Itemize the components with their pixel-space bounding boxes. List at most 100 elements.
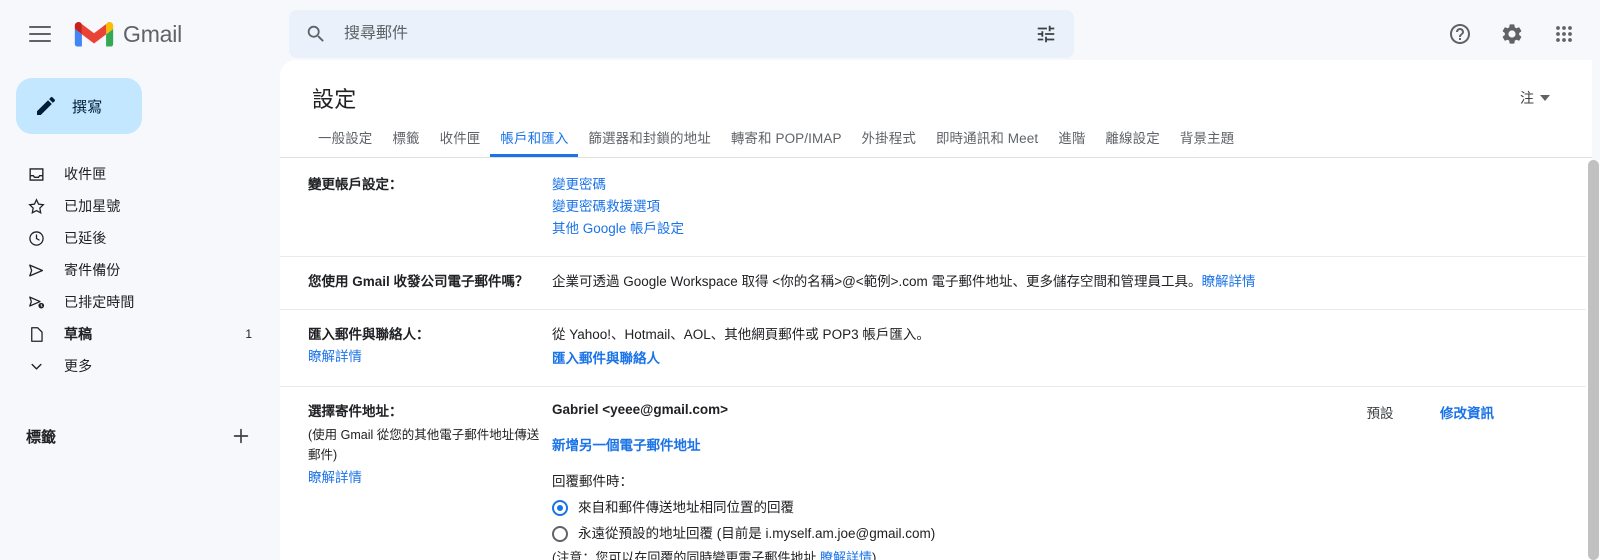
row-body-cell: 企業可透過 Google Workspace 取得 <你的名稱>@<範例>.co…	[552, 271, 1592, 293]
gmail-brand[interactable]: Gmail	[74, 19, 182, 49]
radio-label: 永遠從預設的地址回覆 (目前是 i.myself.am.joe@gmail.co…	[578, 526, 936, 541]
row-body-cell: 從 Yahoo!、Hotmail、AOL、其他網頁郵件或 POP3 帳戶匯入。 …	[552, 324, 1592, 370]
send-as-edit-link[interactable]: 修改資訊	[1440, 406, 1494, 421]
search-input[interactable]	[344, 25, 1024, 43]
note-dropdown[interactable]: 注	[1520, 88, 1560, 108]
help-icon	[1450, 24, 1470, 44]
row-label: 變更帳戶設定：	[308, 177, 403, 192]
hamburger-bar	[29, 40, 51, 42]
row-label-cell: 變更帳戶設定：	[280, 174, 552, 196]
note-dropdown-label: 注	[1520, 90, 1534, 106]
row-label: 匯入郵件與聯絡人：	[308, 327, 430, 342]
add-another-email-link[interactable]: 新增另一個電子郵件地址	[552, 434, 701, 454]
tab-chat-and-meet[interactable]: 即時通訊和 Meet	[926, 131, 1048, 158]
gmail-settings-page: Gmail 搜尋郵件 撰寫 收件匣 已加星號 已延後 寄件備份 已排定時間 草稿…	[0, 0, 1600, 560]
settings-panel: 設定 注 一般設定 標籤 收件匣 帳戶和匯入 篩選器和封鎖的地址 轉寄和 POP…	[280, 60, 1592, 560]
search-icon	[307, 25, 324, 42]
topbar-actions	[1436, 10, 1588, 58]
sidebar-item-label: 已加星號	[64, 198, 121, 214]
reply-note-prefix: (注意：您可以在回覆的同時變更電子郵件地址	[552, 550, 820, 560]
labels-title: 標籤	[26, 428, 57, 446]
send-icon	[26, 260, 46, 280]
sidebar-item-inbox[interactable]: 收件匣	[0, 158, 264, 190]
change-account-links: 變更密碼 變更密碼救援選項 其他 Google 帳戶設定	[552, 174, 1570, 240]
sidebar: 撰寫 收件匣 已加星號 已延後 寄件備份 已排定時間 草稿 1 更多 標籤	[0, 68, 280, 560]
tab-themes[interactable]: 背景主題	[1170, 131, 1244, 158]
reply-option-same-address[interactable]: 來自和郵件傳送地址相同位置的回覆	[552, 497, 1570, 519]
tab-offline[interactable]: 離線設定	[1095, 131, 1169, 158]
sidebar-item-count: 1	[245, 327, 252, 341]
row-label: 您使用 Gmail 收發公司電子郵件嗎？	[308, 274, 529, 289]
chevron-down-icon	[1540, 95, 1550, 101]
help-circle-icon[interactable]	[1436, 10, 1484, 58]
sidebar-item-drafts[interactable]: 草稿 1	[0, 318, 264, 350]
sidebar-item-snoozed[interactable]: 已延後	[0, 222, 264, 254]
sidebar-item-label: 草稿	[64, 326, 93, 342]
settings-row-import: 匯入郵件與聯絡人： 瞭解詳情 從 Yahoo!、Hotmail、AOL、其他網頁…	[280, 310, 1592, 387]
tab-general[interactable]: 一般設定	[308, 131, 382, 158]
gear-icon[interactable]	[1488, 10, 1536, 58]
star-icon	[26, 196, 46, 216]
settings-row-send-as: 選擇寄件地址： (使用 Gmail 從您的其他電子郵件地址傳送郵件) 瞭解詳情 …	[280, 387, 1592, 560]
sidebar-nav-list: 收件匣 已加星號 已延後 寄件備份 已排定時間 草稿 1 更多	[0, 158, 280, 382]
compose-button[interactable]: 撰寫	[16, 78, 142, 134]
tune-icon	[1037, 25, 1055, 43]
tab-forwarding-pop-imap[interactable]: 轉寄和 POP/IMAP	[721, 131, 852, 158]
workspace-learn-more-link[interactable]: 瞭解詳情	[1202, 274, 1256, 289]
hamburger-menu-icon[interactable]	[16, 10, 64, 58]
tab-labels[interactable]: 標籤	[382, 131, 429, 158]
sidebar-item-label: 收件匣	[64, 166, 107, 182]
change-password-recovery-link[interactable]: 變更密碼救援選項	[552, 196, 1570, 218]
sidebar-item-starred[interactable]: 已加星號	[0, 190, 264, 222]
sidebar-item-scheduled[interactable]: 已排定時間	[0, 286, 264, 318]
radio-button[interactable]	[552, 500, 568, 516]
other-google-account-settings-link[interactable]: 其他 Google 帳戶設定	[552, 218, 1570, 240]
vertical-scrollbar[interactable]	[1586, 160, 1600, 560]
send-as-learn-more-link[interactable]: 瞭解詳情	[308, 467, 542, 489]
change-password-link[interactable]: 變更密碼	[552, 174, 1570, 196]
pencil-icon	[37, 96, 56, 115]
import-learn-more-link[interactable]: 瞭解詳情	[308, 346, 542, 368]
reply-option-default-address[interactable]: 永遠從預設的地址回覆 (目前是 i.myself.am.joe@gmail.co…	[552, 523, 1570, 545]
sidebar-item-sent[interactable]: 寄件備份	[0, 254, 264, 286]
apps-grid-icon[interactable]	[1540, 10, 1588, 58]
labels-section-header: 標籤	[0, 418, 280, 454]
row-body-cell: 變更密碼 變更密碼救援選項 其他 Google 帳戶設定	[552, 174, 1592, 240]
settings-row-change-account: 變更帳戶設定： 變更密碼 變更密碼救援選項 其他 Google 帳戶設定	[280, 158, 1592, 257]
workspace-description: 企業可透過 Google Workspace 取得 <你的名稱>@<範例>.co…	[552, 271, 1570, 293]
inbox-icon	[26, 164, 46, 184]
settings-icon	[1502, 24, 1522, 44]
tab-advanced[interactable]: 進階	[1048, 131, 1095, 158]
radio-label: 來自和郵件傳送地址相同位置的回覆	[578, 500, 794, 515]
hamburger-bar	[29, 26, 51, 28]
reply-note-suffix: )	[871, 550, 877, 560]
sidebar-item-more[interactable]: 更多	[0, 350, 264, 382]
settings-tabs: 一般設定 標籤 收件匣 帳戶和匯入 篩選器和封鎖的地址 轉寄和 POP/IMAP…	[280, 114, 1592, 158]
tab-accounts-and-import[interactable]: 帳戶和匯入	[490, 131, 579, 157]
scrollbar-thumb[interactable]	[1588, 160, 1599, 560]
plus-icon[interactable]	[230, 425, 252, 447]
radio-button[interactable]	[552, 526, 568, 542]
tab-filters-blocked[interactable]: 篩選器和封鎖的地址	[578, 131, 720, 158]
search-bar[interactable]	[289, 10, 1074, 58]
send-as-address-cell: Gabriel <yeee@gmail.com>	[552, 401, 1320, 419]
chevron-down-icon	[26, 356, 46, 376]
sidebar-item-label: 已延後	[64, 230, 107, 246]
send-as-address-row: Gabriel <yeee@gmail.com> 預設 修改資訊	[552, 401, 1570, 422]
send-as-address: Gabriel <yeee@gmail.com>	[552, 402, 729, 417]
workspace-text: 企業可透過 Google Workspace 取得 <你的名稱>@<範例>.co…	[552, 274, 1202, 289]
row-label: 選擇寄件地址：	[308, 404, 403, 419]
search-options-icon[interactable]	[1024, 12, 1068, 56]
import-mail-contacts-link[interactable]: 匯入郵件與聯絡人	[552, 348, 1570, 370]
gmail-logo-icon	[74, 21, 114, 47]
row-label-cell: 您使用 Gmail 收發公司電子郵件嗎？	[280, 271, 552, 293]
import-description: 從 Yahoo!、Hotmail、AOL、其他網頁郵件或 POP3 帳戶匯入。	[552, 327, 930, 342]
gmail-brand-label: Gmail	[123, 20, 183, 47]
reply-note-learn-more-link[interactable]: 瞭解詳情	[820, 550, 872, 560]
apps-icon	[1556, 26, 1572, 42]
row-label-sub: (使用 Gmail 從您的其他電子郵件地址傳送郵件)	[308, 428, 540, 462]
row-body-cell: Gabriel <yeee@gmail.com> 預設 修改資訊 新增另一個電子…	[552, 401, 1592, 560]
tab-inbox[interactable]: 收件匣	[430, 131, 491, 158]
tab-addons[interactable]: 外掛程式	[852, 131, 926, 158]
row-label-cell: 匯入郵件與聯絡人： 瞭解詳情	[280, 324, 552, 368]
